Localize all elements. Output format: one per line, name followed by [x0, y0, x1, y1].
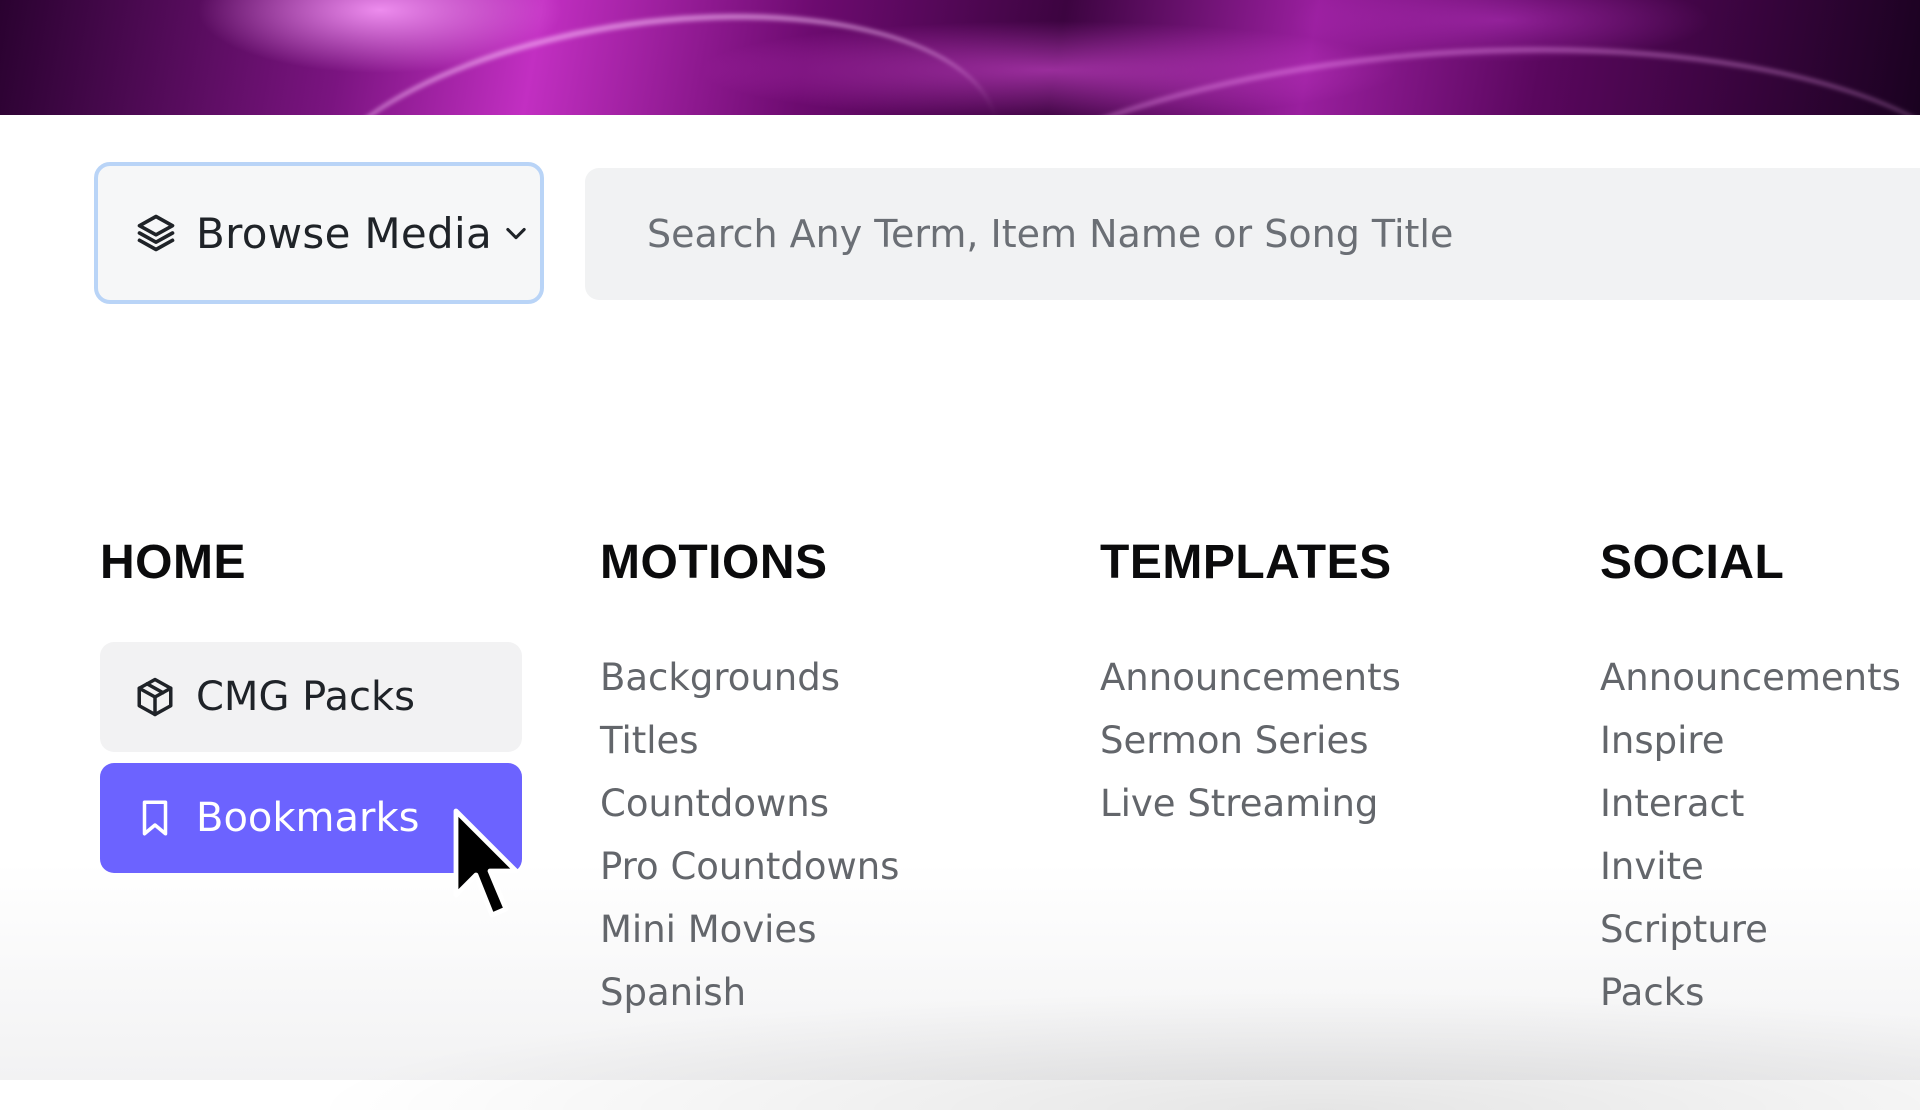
home-item-label: Bookmarks: [196, 795, 420, 841]
browse-media-label: Browse Media: [196, 208, 493, 258]
browse-media-button[interactable]: Browse Media: [94, 162, 544, 304]
menu-link-interact[interactable]: Interact: [1600, 772, 1901, 835]
menu-column-templates: TEMPLATES Announcements Sermon Series Li…: [1100, 535, 1401, 835]
menu-link-invite[interactable]: Invite: [1600, 835, 1901, 898]
menu-link-titles[interactable]: Titles: [600, 709, 899, 772]
menu-link-countdowns[interactable]: Countdowns: [600, 772, 899, 835]
menu-link-pro-countdowns[interactable]: Pro Countdowns: [600, 835, 899, 898]
menu-column-home: HOME: [100, 535, 246, 590]
menu-column-social: SOCIAL Announcements Inspire Interact In…: [1600, 535, 1901, 1024]
package-icon: [137, 677, 173, 717]
menu-heading-home: HOME: [100, 536, 246, 589]
home-item-cmg-packs[interactable]: CMG Packs: [100, 642, 522, 752]
menu-link-backgrounds[interactable]: Backgrounds: [600, 646, 899, 709]
social-list: Announcements Inspire Interact Invite Sc…: [1600, 646, 1901, 1024]
templates-list: Announcements Sermon Series Live Streami…: [1100, 646, 1401, 835]
menu-heading-motions: MOTIONS: [600, 536, 828, 589]
search-toolbar: Browse Media: [0, 115, 1920, 359]
menu-heading-templates: TEMPLATES: [1100, 536, 1392, 589]
banner-light-streak: [887, 12, 1920, 115]
menu-link-scripture[interactable]: Scripture: [1600, 898, 1901, 961]
menu-heading-social: SOCIAL: [1600, 536, 1785, 589]
menu-link-spanish[interactable]: Spanish: [600, 961, 899, 1024]
mouse-cursor-icon: [453, 808, 519, 918]
menu-column-motions: MOTIONS Backgrounds Titles Countdowns Pr…: [600, 535, 899, 1024]
menu-link-inspire[interactable]: Inspire: [1600, 709, 1901, 772]
header-banner: [0, 0, 1920, 115]
chevron-down-icon: [506, 227, 526, 240]
menu-link-live-streaming[interactable]: Live Streaming: [1100, 772, 1401, 835]
layers-icon: [137, 214, 175, 252]
menu-link-packs[interactable]: Packs: [1600, 961, 1901, 1024]
browse-menu-panel: HOME CMG Packs Bookmarks MOTIONS Backgro…: [0, 355, 1920, 1080]
motions-list: Backgrounds Titles Countdowns Pro Countd…: [600, 646, 899, 1024]
menu-link-mini-movies[interactable]: Mini Movies: [600, 898, 899, 961]
bookmark-icon: [142, 800, 168, 836]
search-input[interactable]: [585, 168, 1920, 300]
banner-light-streak: [282, 0, 1018, 115]
menu-link-social-announcements[interactable]: Announcements: [1600, 646, 1901, 709]
menu-link-template-announcements[interactable]: Announcements: [1100, 646, 1401, 709]
home-item-label: CMG Packs: [196, 674, 415, 720]
menu-link-sermon-series[interactable]: Sermon Series: [1100, 709, 1401, 772]
